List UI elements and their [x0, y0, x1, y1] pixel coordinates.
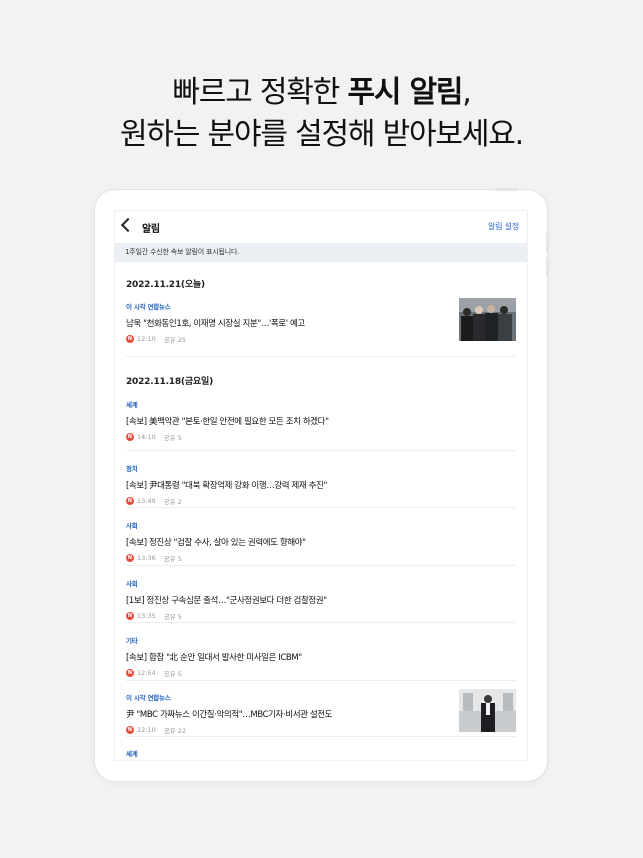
- item-meta: N 13:49 공유 2: [126, 496, 516, 506]
- headline-line-1: 빠르고 정확한 푸시 알림,: [172, 75, 472, 110]
- device-top-button: [495, 188, 519, 191]
- tablet-frame: 알림 알림 설정 1주일간 수신한 속보 알림이 표시됩니다. 2022.11.…: [95, 188, 549, 781]
- news-source-logo-icon: N: [126, 669, 134, 677]
- item-meta: N 12:10 공유 25: [126, 334, 516, 344]
- item-share-count: 공유 5: [163, 670, 182, 678]
- item-share-count: 공유 25: [163, 336, 187, 344]
- news-thumbnail: [459, 689, 516, 732]
- item-share-count: 공유 5: [163, 434, 182, 442]
- item-headline: [속보] 美백악관 "본토·한일 안전에 필요한 모든 조치 하겠다": [126, 417, 329, 427]
- headline-emphasis: 푸시 알림: [347, 75, 463, 110]
- people-photo-icon: [459, 298, 516, 341]
- item-category: 정치: [126, 465, 138, 473]
- item-meta: N 13:35 공유 5: [126, 611, 516, 621]
- item-share-count: 공유 2: [163, 498, 182, 506]
- item-meta: N 12:54 공유 5: [126, 668, 516, 678]
- item-time: 13:36: [137, 554, 156, 562]
- notification-item[interactable]: 사회 [1보] 정진상 구속심문 출석…"군사정권보다 더한 검찰정권" N 1…: [126, 566, 516, 623]
- item-time: 14:10: [137, 433, 156, 441]
- item-headline: [속보] 정진상 "검찰 수사, 살아 있는 권력에도 향해야": [126, 538, 306, 548]
- item-category: 기타: [126, 637, 138, 645]
- person-photo-icon: [459, 689, 516, 732]
- news-source-logo-icon: N: [126, 554, 134, 562]
- news-source-logo-icon: N: [126, 612, 134, 620]
- item-category: 이 시각 연합뉴스: [126, 694, 171, 702]
- notification-item[interactable]: 세계: [126, 737, 516, 760]
- notification-item[interactable]: 기타 [속보] 합참 "北 순안 일대서 발사한 미사일은 ICBM" N 12…: [126, 623, 516, 681]
- item-time: 12:10: [137, 726, 156, 734]
- promo-headline: 빠르고 정확한 푸시 알림, 원하는 분야를 설정해 받아보세요.: [0, 72, 643, 156]
- notification-item[interactable]: 이 시각 연합뉴스 尹 "MBC 가짜뉴스 이간질·악의적"…MBC기자·비서관…: [126, 681, 516, 737]
- news-source-logo-icon: N: [126, 726, 134, 734]
- item-time: 13:35: [137, 612, 156, 620]
- item-share-count: 공유 22: [163, 727, 187, 735]
- item-share-count: 공유 5: [163, 613, 182, 621]
- item-category: 세계: [126, 750, 138, 758]
- news-source-logo-icon: N: [126, 497, 134, 505]
- news-source-logo-icon: N: [126, 433, 134, 441]
- item-time: 12:10: [137, 335, 156, 343]
- notification-item[interactable]: 사회 [속보] 정진상 "검찰 수사, 살아 있는 권력에도 향해야" N 13…: [126, 508, 516, 566]
- app-screen: 알림 알림 설정 1주일간 수신한 속보 알림이 표시됩니다. 2022.11.…: [114, 210, 528, 761]
- date-header: 2022.11.21(오늘): [126, 280, 205, 290]
- item-headline: 남욱 "천화동인1호, 이재명 시장실 지분"…'폭로' 예고: [126, 319, 305, 329]
- notification-item[interactable]: 이 시각 연합뉴스 남욱 "천화동인1호, 이재명 시장실 지분"…'폭로' 예…: [126, 298, 516, 357]
- item-headline: [1보] 정진상 구속심문 출석…"군사정권보다 더한 검찰정권": [126, 596, 327, 606]
- item-category: 사회: [126, 522, 138, 530]
- app-header: 알림 알림 설정: [115, 211, 527, 243]
- news-source-logo-icon: N: [126, 335, 134, 343]
- notification-item[interactable]: 정치 [속보] 尹대통령 "대북 확장억제 강화 이행…강력 제재 추진" N …: [126, 451, 516, 508]
- item-meta: N 12:10 공유 22: [126, 725, 516, 735]
- date-header: 2022.11.18(금요일): [126, 377, 214, 387]
- item-time: 13:49: [137, 497, 156, 505]
- page-title: 알림: [142, 224, 160, 235]
- item-meta: N 13:36 공유 5: [126, 553, 516, 563]
- item-category: 사회: [126, 580, 138, 588]
- notice-banner: 1주일간 수신한 속보 알림이 표시됩니다.: [115, 243, 527, 262]
- item-share-count: 공유 5: [163, 555, 182, 563]
- back-arrow-icon[interactable]: [120, 217, 136, 233]
- item-headline: [속보] 尹대통령 "대북 확장억제 강화 이행…강력 제재 추진": [126, 481, 327, 491]
- item-time: 12:54: [137, 669, 156, 677]
- notification-settings-link[interactable]: 알림 설정: [488, 221, 519, 232]
- item-category: 이 시각 연합뉴스: [126, 303, 171, 311]
- device-volume-up-button: [546, 232, 549, 252]
- item-meta: N 14:10 공유 5: [126, 432, 516, 442]
- headline-line-2: 원하는 분야를 설정해 받아보세요.: [120, 117, 524, 152]
- news-thumbnail: [459, 298, 516, 341]
- device-volume-down-button: [546, 257, 549, 277]
- notification-item[interactable]: 세계 [속보] 美백악관 "본토·한일 안전에 필요한 모든 조치 하겠다" N…: [126, 394, 516, 451]
- item-category: 세계: [126, 401, 138, 409]
- item-headline: [속보] 합참 "北 순안 일대서 발사한 미사일은 ICBM": [126, 653, 302, 663]
- item-headline: 尹 "MBC 가짜뉴스 이간질·악의적"…MBC기자·비서관 설전도: [126, 710, 333, 720]
